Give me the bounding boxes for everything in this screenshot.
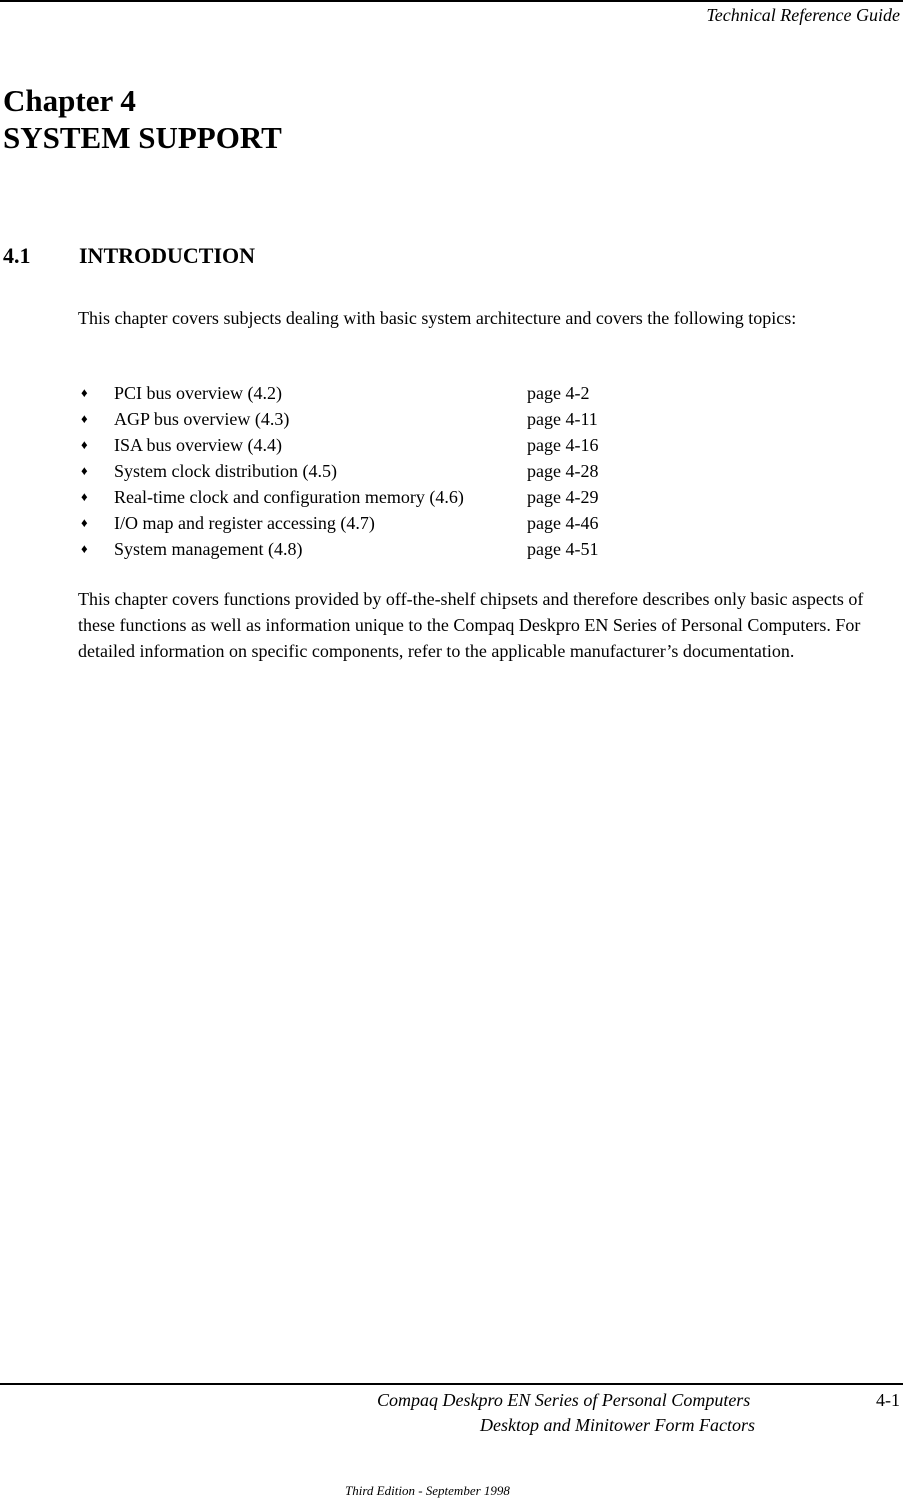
footer-product-title: Compaq Deskpro EN Series of Personal Com… (377, 1390, 751, 1410)
page-number: 4-1 (876, 1390, 900, 1410)
topic-page-ref: page 4-29 (527, 487, 599, 507)
header-rule (0, 0, 903, 2)
footer-form-factors: Desktop and Minitower Form Factors (480, 1415, 755, 1435)
diamond-bullet-icon: ♦ (81, 463, 88, 478)
topic-item: ♦ System clock distribution (4.5) page 4… (78, 458, 678, 484)
diamond-bullet-icon: ♦ (81, 411, 88, 426)
topic-label: System clock distribution (4.5) (114, 461, 337, 481)
chapter-number: Chapter 4 (3, 83, 136, 118)
running-header-title: Technical Reference Guide (706, 5, 900, 25)
topic-label: AGP bus overview (4.3) (114, 409, 290, 429)
chapter-name: SYSTEM SUPPORT (3, 120, 282, 155)
diamond-bullet-icon: ♦ (81, 385, 88, 400)
diamond-bullet-icon: ♦ (81, 541, 88, 556)
topic-label: PCI bus overview (4.2) (114, 383, 282, 403)
closing-paragraph: This chapter covers functions provided b… (78, 589, 864, 661)
footer-rule (0, 1383, 903, 1385)
topic-page-ref: page 4-46 (527, 513, 599, 533)
diamond-bullet-icon: ♦ (81, 515, 88, 530)
topic-item: ♦ Real-time clock and configuration memo… (78, 484, 678, 510)
diamond-bullet-icon: ♦ (81, 437, 88, 452)
topic-label: I/O map and register accessing (4.7) (114, 513, 375, 533)
topic-page-ref: page 4-2 (527, 383, 590, 403)
section-number: 4.1 (3, 243, 31, 268)
topic-label: ISA bus overview (4.4) (114, 435, 282, 455)
topic-item: ♦ PCI bus overview (4.2) page 4-2 (78, 380, 678, 406)
topic-list: ♦ PCI bus overview (4.2) page 4-2 ♦ AGP … (78, 380, 678, 562)
topic-item: ♦ System management (4.8) page 4-51 (78, 536, 678, 562)
intro-paragraph: This chapter covers subjects dealing wit… (78, 308, 797, 328)
topic-page-ref: page 4-51 (527, 539, 599, 559)
topic-item: ♦ I/O map and register accessing (4.7) p… (78, 510, 678, 536)
diamond-bullet-icon: ♦ (81, 489, 88, 504)
topic-page-ref: page 4-16 (527, 435, 599, 455)
topic-item: ♦ AGP bus overview (4.3) page 4-11 (78, 406, 678, 432)
edition-note: Third Edition - September 1998 (345, 1483, 510, 1498)
topic-label: Real-time clock and configuration memory… (114, 487, 464, 507)
topic-label: System management (4.8) (114, 539, 303, 559)
section-title: INTRODUCTION (79, 243, 256, 268)
section-heading: 4.1 INTRODUCTION (3, 242, 255, 270)
chapter-title: Chapter 4 SYSTEM SUPPORT (3, 82, 282, 156)
topic-page-ref: page 4-28 (527, 461, 599, 481)
topic-item: ♦ ISA bus overview (4.4) page 4-16 (78, 432, 678, 458)
topic-page-ref: page 4-11 (527, 409, 598, 429)
